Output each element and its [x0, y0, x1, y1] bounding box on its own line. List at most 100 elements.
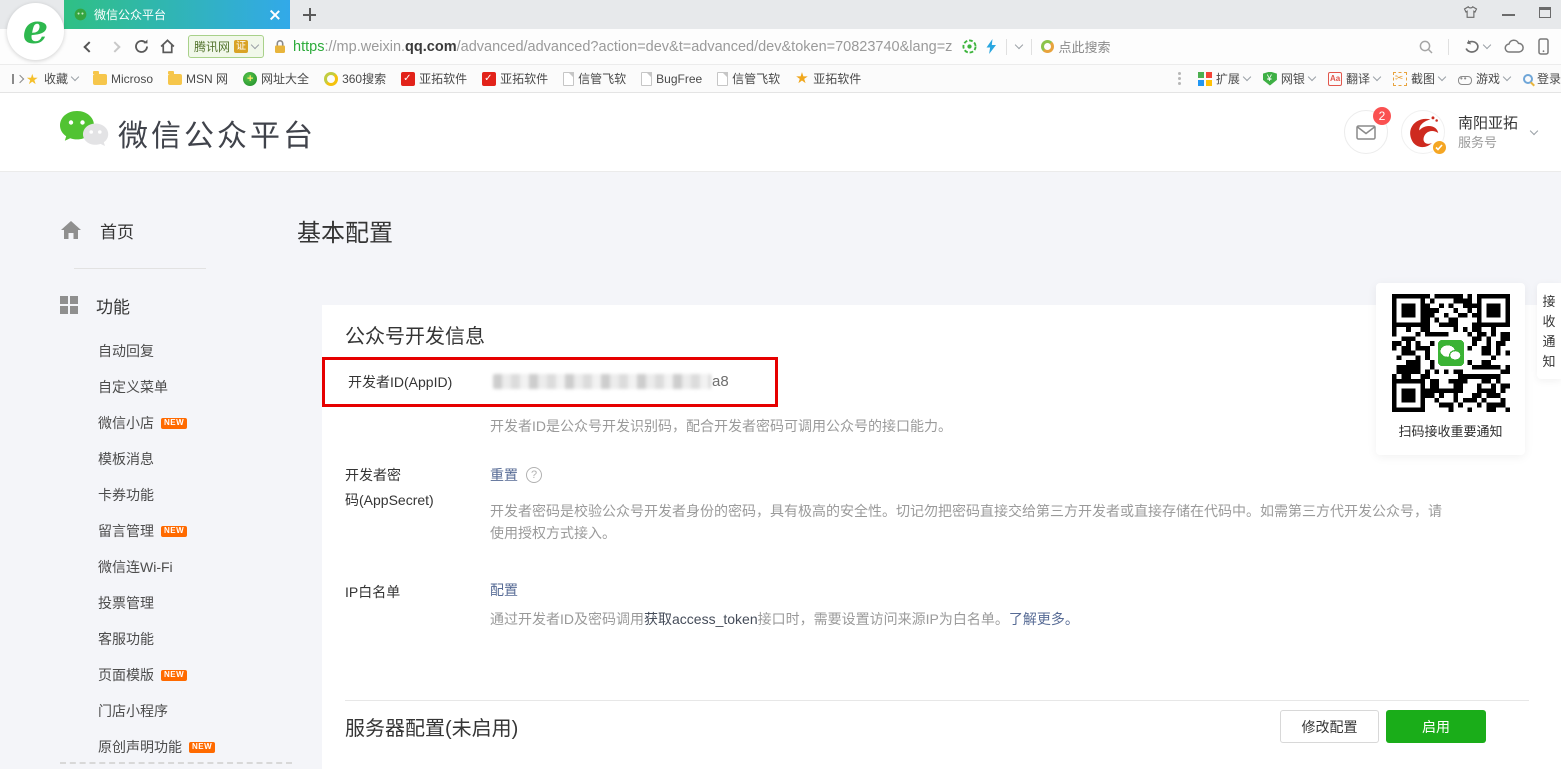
- bookmark-item[interactable]: 360搜索: [324, 70, 386, 87]
- browser-logo-360[interactable]: e: [7, 3, 64, 60]
- bookmark-item[interactable]: MSN 网: [168, 70, 228, 87]
- grid-icon: [60, 296, 78, 314]
- sidebar-sub-item[interactable]: 卡券功能: [60, 477, 270, 513]
- undo-history-icon[interactable]: [1463, 39, 1481, 55]
- new-badge: NEW: [161, 526, 187, 537]
- new-tab-icon[interactable]: [303, 8, 316, 21]
- bookmark-label: 亚拓软件: [500, 70, 548, 87]
- ip-config-link[interactable]: 配置: [490, 582, 518, 598]
- account-avatar[interactable]: [1401, 110, 1445, 154]
- tool-caret-icon: [1373, 73, 1381, 81]
- tool-caret-icon: [1503, 73, 1511, 81]
- quick-search[interactable]: 点此搜索: [1041, 37, 1110, 56]
- sidebar-sub-item[interactable]: 微信小店 NEW: [60, 405, 270, 441]
- notifications-button[interactable]: 2: [1344, 110, 1388, 154]
- tool-icon: [1458, 76, 1472, 85]
- access-token-link[interactable]: 获取access_token: [644, 611, 758, 627]
- bookmark-item[interactable]: Microso: [93, 72, 153, 86]
- sidebar-sub-item[interactable]: 客服功能: [60, 621, 270, 657]
- reset-link[interactable]: 重置: [490, 465, 518, 485]
- bookmark-item[interactable]: 网址大全: [243, 70, 309, 87]
- browser-tab[interactable]: 微信公众平台: [64, 0, 290, 29]
- bookmarks-expand-icon[interactable]: [12, 74, 22, 84]
- bookmark-item[interactable]: 信管飞软: [563, 70, 626, 87]
- maximize-icon[interactable]: [1539, 7, 1551, 18]
- receive-notice-side-tab[interactable]: 接收通知: [1537, 283, 1561, 379]
- page-title: 基本配置: [297, 213, 393, 248]
- more-tools-icon[interactable]: [1178, 77, 1181, 80]
- bookmark-item[interactable]: 信管飞软: [717, 70, 780, 87]
- toolbar-tool-item[interactable]: 翻译: [1328, 70, 1380, 87]
- sidebar-item-home[interactable]: 首页: [60, 208, 270, 252]
- toolbar-tool-item[interactable]: 扩展: [1198, 70, 1250, 87]
- tool-caret-icon: [1243, 73, 1251, 81]
- undo-caret-icon[interactable]: [1483, 41, 1491, 49]
- bookmark-item[interactable]: 亚拓软件: [401, 70, 467, 87]
- bookmark-item[interactable]: 亚拓软件: [795, 70, 861, 87]
- url-bar[interactable]: https://mp.weixin.qq.com/advanced/advanc…: [293, 39, 952, 55]
- url-domain: qq.com: [405, 39, 457, 55]
- tab-close-icon[interactable]: [270, 10, 280, 20]
- bookmark-item[interactable]: 亚拓软件: [482, 70, 548, 87]
- account-menu-caret-icon[interactable]: [1530, 126, 1538, 134]
- url-dropdown-caret-icon[interactable]: [1015, 41, 1023, 49]
- toolbar-tool-item[interactable]: 截图: [1393, 70, 1445, 87]
- site-badge-caret-icon: [251, 41, 259, 49]
- bookmark-icon: [795, 72, 809, 86]
- sidebar-sub-item[interactable]: 模板消息: [60, 441, 270, 477]
- bookmark-icon: [168, 74, 182, 85]
- enable-button[interactable]: 启用: [1386, 710, 1486, 743]
- back-button[interactable]: [76, 29, 102, 64]
- home-button[interactable]: [154, 29, 180, 64]
- site-identity-badge[interactable]: 腾讯网 证: [188, 35, 264, 58]
- sidebar-sub-item[interactable]: 门店小程序: [60, 693, 270, 729]
- notification-badge: 2: [1373, 107, 1391, 125]
- envelope-icon: [1356, 125, 1376, 140]
- site-name: 腾讯网: [194, 38, 230, 55]
- speed-mode-lightning-icon[interactable]: [986, 39, 997, 54]
- sidebar-function-label: 功能: [96, 293, 130, 318]
- qr-caption: 扫码接收重要通知: [1376, 421, 1525, 440]
- bookmark-item[interactable]: 收藏: [26, 70, 78, 87]
- sidebar-sub-item[interactable]: 页面模版 NEW: [60, 657, 270, 693]
- sidebar-sub-item[interactable]: 微信连Wi-Fi: [60, 549, 270, 585]
- verified-check-icon: [1432, 140, 1447, 155]
- bookmark-label: 亚拓软件: [813, 70, 861, 87]
- help-icon[interactable]: ?: [526, 467, 542, 483]
- sidebar-item-function[interactable]: 功能: [60, 283, 270, 327]
- appid-value-redacted: [493, 374, 711, 389]
- learn-more-link[interactable]: 了解更多。: [1009, 611, 1079, 627]
- server-config-heading: 服务器配置(未启用): [345, 712, 518, 741]
- sidebar-sub-item-label: 投票管理: [98, 593, 154, 613]
- toolbar-tool-item[interactable]: 网银: [1263, 70, 1315, 87]
- bookmark-icon: [324, 72, 338, 86]
- sidebar-sub-item[interactable]: 自动回复: [60, 333, 270, 369]
- page-content: 首页 功能 自动回复 自定义菜单 微信小店 NEW: [0, 172, 1561, 769]
- minimize-icon[interactable]: [1502, 8, 1515, 16]
- tool-label: 截图: [1411, 70, 1435, 87]
- bookmark-icon: [482, 72, 496, 86]
- sidebar-sub-item-label: 模板消息: [98, 449, 154, 469]
- sidebar-sub-item-label: 客服功能: [98, 629, 154, 649]
- sidebar-sub-item-label: 微信连Wi-Fi: [98, 557, 173, 577]
- theme-skin-icon[interactable]: [1463, 5, 1478, 19]
- modify-config-button[interactable]: 修改配置: [1280, 710, 1379, 743]
- sidebar-home-label: 首页: [100, 218, 134, 243]
- bookmark-label: 亚拓软件: [419, 70, 467, 87]
- refresh-button[interactable]: [128, 29, 154, 64]
- sidebar-sub-item[interactable]: 原创声明功能 NEW: [60, 729, 270, 765]
- toolbar-tool-item[interactable]: 游戏: [1458, 70, 1510, 87]
- cloud-sync-icon[interactable]: [1504, 39, 1524, 54]
- phone-send-icon[interactable]: [1538, 38, 1549, 55]
- sidebar-sub-item[interactable]: 投票管理: [60, 585, 270, 621]
- forward-button[interactable]: [102, 29, 128, 64]
- sidebar-sub-item[interactable]: 留言管理 NEW: [60, 513, 270, 549]
- bookmark-item[interactable]: BugFree: [641, 72, 702, 86]
- sidebar-sub-item[interactable]: 自定义菜单: [60, 369, 270, 405]
- bookmark-label: 收藏: [44, 70, 68, 87]
- tool-icon: [1523, 74, 1533, 84]
- search-icon[interactable]: [1418, 39, 1434, 55]
- bookmark-label: 360搜索: [342, 70, 386, 87]
- snapshot-aperture-icon[interactable]: [962, 39, 977, 54]
- toolbar-tool-item[interactable]: 登录: [1523, 70, 1561, 87]
